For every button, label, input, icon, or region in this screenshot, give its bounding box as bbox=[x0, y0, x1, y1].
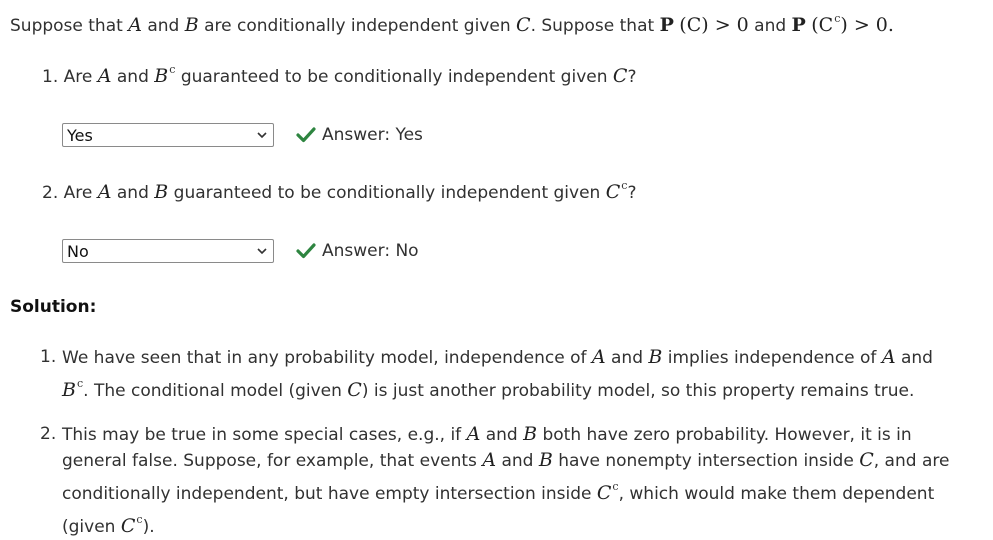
answer-select-1[interactable]: Yes bbox=[62, 123, 274, 147]
answer-feedback-2: Answer: No bbox=[296, 241, 419, 261]
check-icon bbox=[296, 243, 316, 259]
answer-feedback-1: Answer: Yes bbox=[296, 125, 423, 145]
intro-text: Suppose that A and B are conditionally i… bbox=[10, 12, 894, 36]
solution-item-2: 2. This may be true in some special case… bbox=[40, 423, 950, 537]
answer-select-2[interactable]: No bbox=[62, 239, 274, 263]
question-1: 1. Are A and Bc guaranteed to be conditi… bbox=[42, 63, 637, 87]
question-2: 2. Are A and B guaranteed to be conditio… bbox=[42, 179, 637, 203]
select-value: Yes bbox=[67, 126, 93, 145]
solution-title: Solution: bbox=[10, 297, 97, 317]
solution-item-1: 1. We have seen that in any probability … bbox=[40, 346, 933, 401]
chevron-down-icon bbox=[257, 132, 267, 139]
select-value: No bbox=[67, 242, 89, 261]
check-icon bbox=[296, 127, 316, 143]
chevron-down-icon bbox=[257, 248, 267, 255]
